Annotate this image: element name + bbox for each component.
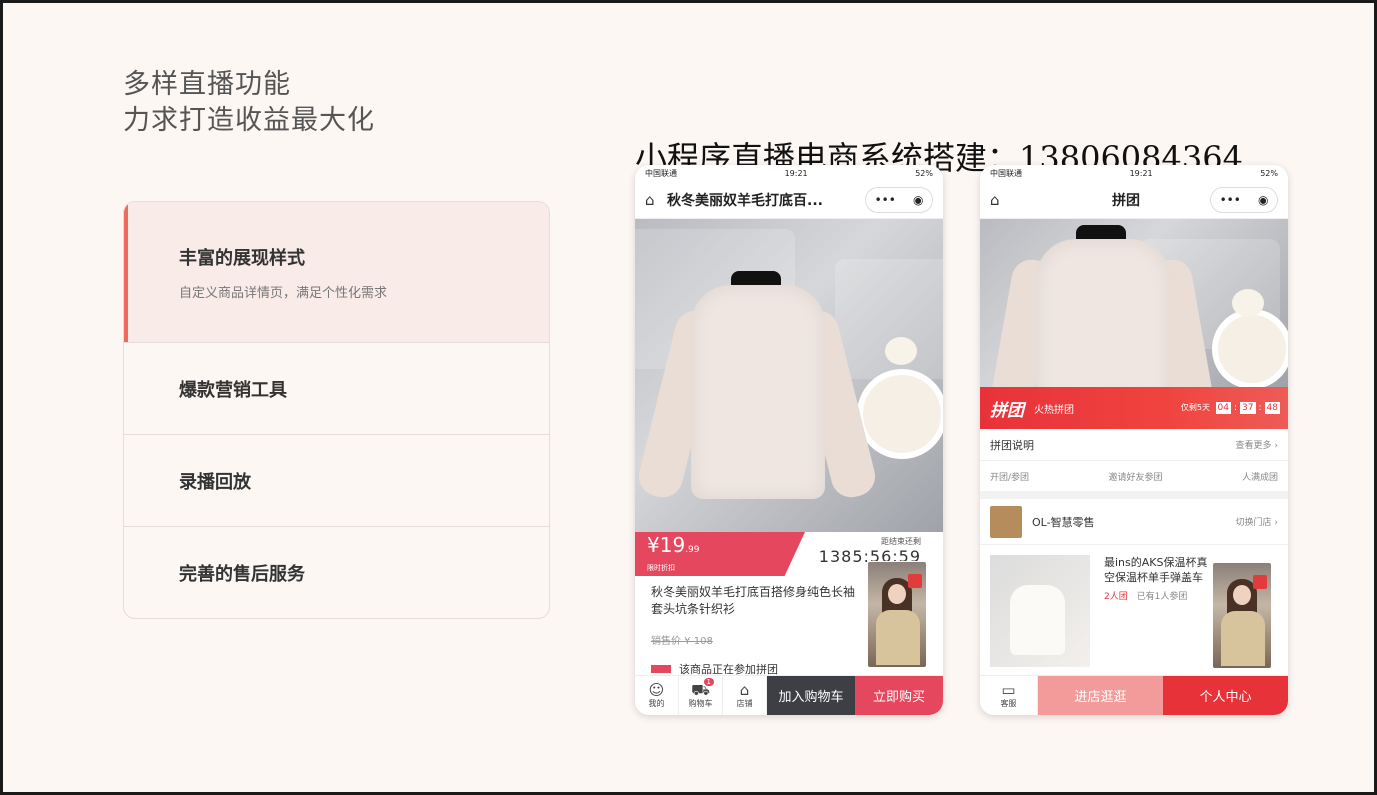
headline-line-1: 多样直播功能: [123, 69, 291, 100]
feature-title: 丰富的展现样式: [179, 247, 305, 269]
countdown-hours: 04: [1215, 402, 1231, 414]
switch-shop-link[interactable]: 切换门店 ›: [1236, 515, 1278, 528]
close-icon[interactable]: ◉: [913, 193, 923, 207]
buy-now-button[interactable]: 立即购买: [855, 676, 943, 715]
service-label: 客服: [1000, 699, 1017, 708]
bottom-action-bar: ▭ 客服 进店逛逛 个人中心: [980, 675, 1288, 715]
price-block: ¥19.99 限时折扣: [635, 532, 805, 576]
phone-product-detail: 中国联通 19:21 52% ⌂ 秋冬美丽奴羊毛打底百... ••• ◉ ¥19…: [635, 165, 943, 715]
shop-name: OL-智慧零售: [1032, 515, 1095, 529]
countdown-seconds: 48: [1264, 402, 1280, 414]
user-icon: ☺: [648, 681, 665, 699]
group-buy-logo: 拼团: [990, 400, 1024, 421]
feature-item-after-sales[interactable]: 完善的售后服务: [124, 527, 549, 618]
chat-icon: ▭: [1001, 681, 1016, 699]
clock: 19:21: [1129, 168, 1153, 178]
page-title: 拼团: [1112, 192, 1140, 209]
customer-service-button[interactable]: ▭ 客服: [980, 676, 1038, 715]
feature-item-display-styles[interactable]: 丰富的展现样式 自定义商品详情页，满足个性化需求: [124, 202, 549, 343]
user-center-button[interactable]: 个人中心: [1163, 676, 1288, 715]
tab-cart[interactable]: ⛟ 购物车 1: [679, 676, 723, 715]
home-icon[interactable]: ⌂: [645, 191, 667, 209]
feature-item-replay[interactable]: 录播回放: [124, 435, 549, 527]
headline: 多样直播功能 力求打造收益最大化: [123, 67, 375, 139]
feature-title: 爆款营销工具: [179, 379, 287, 401]
battery: 52%: [1260, 168, 1278, 178]
feature-list: 丰富的展现样式 自定义商品详情页，满足个性化需求 爆款营销工具 录播回放 完善的…: [123, 201, 550, 619]
group-buy-text: 火热拼团: [1034, 404, 1074, 416]
shop-row[interactable]: OL-智慧零售 切换门店 ›: [980, 499, 1288, 545]
group-buy-banner: 拼团 火热拼团 仅剩5天 04:37:48: [980, 387, 1288, 429]
headline-line-2: 力求打造收益最大化: [123, 105, 375, 136]
group-rules-row[interactable]: 拼团说明 查看更多 ›: [980, 429, 1288, 461]
feature-title: 完善的售后服务: [179, 564, 305, 585]
home-icon[interactable]: ⌂: [990, 191, 1012, 209]
cart-badge: 1: [703, 678, 714, 686]
discount-tag: 限时折扣: [647, 564, 675, 572]
tab-shop[interactable]: ⌂ 店铺: [723, 676, 767, 715]
step-complete: 人满成团: [1241, 472, 1278, 483]
carrier: 中国联通: [990, 168, 1022, 178]
live-stream-thumbnail[interactable]: [1212, 562, 1272, 669]
more-icon[interactable]: •••: [1220, 193, 1241, 207]
joined-count: 已有1人参团: [1136, 592, 1188, 602]
mini-program-capsule: ••• ◉: [1210, 186, 1278, 213]
tab-label: 购物车: [688, 699, 713, 708]
group-size-tag: 2人团: [1104, 592, 1128, 602]
nav-bar: ⌂ 秋冬美丽奴羊毛打底百... ••• ◉: [635, 181, 943, 219]
more-icon[interactable]: •••: [875, 193, 896, 207]
add-to-cart-button[interactable]: 加入购物车: [767, 676, 855, 715]
product-image: [635, 219, 943, 532]
feature-title: 录播回放: [179, 471, 251, 493]
step-invite: 邀请好友参团: [1108, 472, 1163, 483]
tab-label: 店铺: [736, 699, 753, 708]
feature-desc: 自定义商品详情页，满足个性化需求: [179, 285, 388, 301]
close-icon[interactable]: ◉: [1258, 193, 1268, 207]
mini-program-capsule: ••• ◉: [865, 186, 933, 213]
page: 多样直播功能 力求打造收益最大化 丰富的展现样式 自定义商品详情页，满足个性化需…: [3, 3, 1374, 792]
status-bar: 中国联通 19:21 52%: [980, 165, 1288, 181]
battery: 52%: [915, 168, 933, 178]
tab-label: 我的: [648, 699, 665, 708]
bottom-action-bar: ☺ 我的 ⛟ 购物车 1 ⌂ 店铺 加入购物车 立即购买: [635, 675, 943, 715]
remaining-days: 仅剩5天: [1180, 403, 1210, 412]
carrier: 中国联通: [645, 168, 677, 178]
group-buy-countdown: 仅剩5天 04:37:48: [1180, 402, 1280, 414]
phone-group-buy: 中国联通 19:21 52% ⌂ 拼团 ••• ◉ 拼团 火热拼团 仅剩5天 0…: [980, 165, 1288, 715]
group-rules-label: 拼团说明: [990, 438, 1034, 452]
goods-name: 最ins的AKS保温杯真空保温杯单手弹盖车: [1104, 556, 1208, 584]
view-more-link[interactable]: 查看更多 ›: [1236, 438, 1278, 451]
group-steps: 开团/参团 邀请好友参团 人满成团: [980, 461, 1288, 491]
status-bar: 中国联通 19:21 52%: [635, 165, 943, 181]
shop-icon: ⌂: [739, 681, 750, 699]
step-open-group: 开团/参团: [990, 472, 1030, 483]
countdown-label: 距结束还剩: [881, 537, 921, 546]
enter-shop-button[interactable]: 进店逛逛: [1038, 676, 1163, 715]
countdown-minutes: 37: [1240, 402, 1256, 414]
tab-mine[interactable]: ☺ 我的: [635, 676, 679, 715]
group-badge-icon: [651, 665, 671, 673]
clock: 19:21: [784, 168, 808, 178]
page-title: 秋冬美丽奴羊毛打底百...: [667, 192, 823, 209]
sale-price: ¥19.99: [647, 533, 700, 557]
live-stream-thumbnail[interactable]: [867, 561, 927, 668]
product-image: [980, 219, 1288, 387]
nav-bar: ⌂ 拼团 ••• ◉: [980, 181, 1288, 219]
shop-logo: [990, 505, 1022, 538]
goods-image: [990, 555, 1090, 667]
feature-item-marketing-tools[interactable]: 爆款营销工具: [124, 343, 549, 435]
